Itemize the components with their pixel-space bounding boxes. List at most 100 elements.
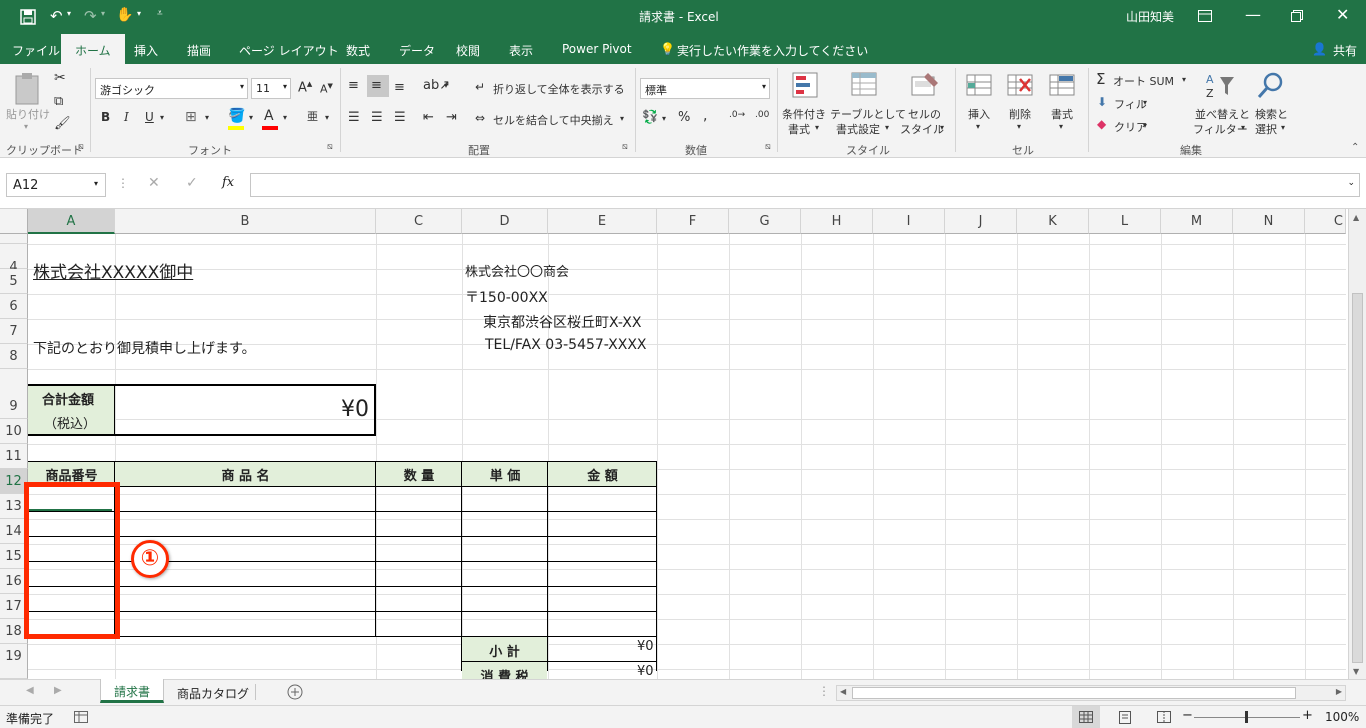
grow-font-icon[interactable]: A▲: [298, 80, 312, 95]
align-middle-icon[interactable]: ≡: [371, 78, 382, 93]
new-sheet-icon[interactable]: [287, 684, 303, 700]
column-header-c[interactable]: C: [376, 209, 462, 234]
paste-button[interactable]: 貼り付け: [6, 106, 50, 122]
user-name[interactable]: 山田知美: [1126, 8, 1174, 25]
name-box[interactable]: A12 ▾: [6, 173, 106, 197]
delete-dropdown-icon[interactable]: ▾: [1017, 122, 1021, 131]
wrap-text-icon[interactable]: ↵: [475, 80, 485, 94]
comma-icon[interactable]: ,: [703, 108, 707, 124]
italic-icon[interactable]: I: [124, 110, 129, 124]
find-dropdown-icon[interactable]: ▾: [1281, 123, 1285, 132]
find-line1[interactable]: 検索と: [1255, 106, 1288, 122]
ribbon-display-icon[interactable]: [1198, 10, 1212, 22]
tab-review[interactable]: 校閲: [456, 42, 480, 59]
tell-me-box[interactable]: 実行したい作業を入力してください: [677, 42, 868, 59]
increase-decimal-icon[interactable]: .0→: [729, 110, 745, 120]
enter-icon[interactable]: ✓: [186, 175, 198, 191]
scroll-right-icon[interactable]: ▶: [1336, 687, 1342, 696]
header-quantity[interactable]: 数 量: [376, 461, 462, 486]
delete-cells-icon[interactable]: [1006, 71, 1036, 101]
column-header-m[interactable]: M: [1161, 209, 1233, 234]
copy-icon[interactable]: ⧉: [54, 94, 63, 109]
company-cell[interactable]: 株式会社〇〇商会: [465, 261, 569, 280]
column-header-a[interactable]: A: [28, 209, 115, 234]
cond-format-line2[interactable]: 書式: [788, 121, 810, 137]
number-launcher-icon[interactable]: ⧅: [765, 142, 771, 152]
table-format-line2[interactable]: 書式設定: [836, 121, 880, 137]
horizontal-scrollbar[interactable]: ◀ ▶: [836, 685, 1346, 701]
scroll-left-icon[interactable]: ◀: [840, 687, 846, 696]
sort-line1[interactable]: 並べ替えと: [1195, 106, 1250, 122]
eraser-icon[interactable]: ◆: [1097, 117, 1106, 131]
recipient-cell[interactable]: 株式会社XXXXX御中: [33, 258, 193, 283]
fill-color-dropdown-icon[interactable]: ▾: [249, 113, 253, 122]
restore-icon[interactable]: [1291, 10, 1303, 22]
row-header-19[interactable]: 19: [0, 644, 28, 679]
column-header-g[interactable]: G: [729, 209, 801, 234]
phonetic-dropdown-icon[interactable]: ▾: [325, 113, 329, 122]
paste-icon[interactable]: [13, 72, 43, 106]
column-header-d[interactable]: D: [462, 209, 548, 234]
decrease-decimal-icon[interactable]: .00: [755, 110, 769, 120]
undo-icon[interactable]: ↶: [50, 7, 63, 25]
insert-cells-icon[interactable]: [965, 71, 995, 101]
find-line2[interactable]: 選択: [1255, 121, 1277, 137]
cut-icon[interactable]: ✂: [54, 70, 66, 86]
clipboard-launcher-icon[interactable]: ⧅: [78, 142, 84, 152]
undo-dropdown-icon[interactable]: ▾: [67, 9, 71, 18]
address-cell[interactable]: 東京都渋谷区桜丘町X-XX: [483, 312, 641, 332]
row-header-11[interactable]: 11: [0, 444, 28, 469]
row-header-6[interactable]: 6: [0, 294, 28, 319]
column-header-h[interactable]: H: [801, 209, 873, 234]
tab-power-pivot[interactable]: Power Pivot: [562, 42, 632, 56]
macro-record-icon[interactable]: [74, 711, 88, 723]
alignment-launcher-icon[interactable]: ⧅: [622, 142, 628, 152]
expand-formula-icon[interactable]: ⌄: [1347, 178, 1355, 188]
subtotal-label[interactable]: 小 計: [462, 637, 547, 661]
row-header-8[interactable]: 8: [0, 344, 28, 369]
conditional-format-icon[interactable]: [791, 71, 821, 101]
formula-input[interactable]: ⌄: [250, 173, 1360, 197]
zoom-level[interactable]: 100%: [1325, 710, 1359, 724]
redo-dropdown-icon[interactable]: ▾: [101, 9, 105, 18]
insert-dropdown-icon[interactable]: ▾: [976, 122, 980, 131]
tab-insert[interactable]: 挿入: [134, 42, 158, 59]
row-header-7[interactable]: 7: [0, 319, 28, 344]
delete-button[interactable]: 削除: [1009, 106, 1031, 122]
bold-icon[interactable]: B: [101, 110, 110, 124]
close-icon[interactable]: ✕: [1336, 5, 1349, 24]
scroll-down-icon[interactable]: ▼: [1353, 667, 1359, 676]
merge-center-icon[interactable]: ⇔: [475, 111, 485, 125]
sort-line2[interactable]: フィルター: [1193, 121, 1248, 137]
zoom-out-icon[interactable]: −: [1182, 708, 1193, 723]
postal-cell[interactable]: 〒150-00XX: [465, 287, 548, 307]
sheet-tab-invoice[interactable]: 請求書: [100, 679, 164, 703]
save-icon[interactable]: [20, 9, 36, 25]
search-icon[interactable]: [1256, 71, 1286, 101]
row-header-9[interactable]: 9: [0, 369, 28, 419]
tel-cell[interactable]: TEL/FAX 03-5457-XXXX: [485, 337, 647, 353]
table-format-line1[interactable]: テーブルとして: [830, 106, 906, 122]
accounting-dropdown-icon[interactable]: ▾: [662, 114, 666, 123]
tax-value[interactable]: ¥0: [637, 664, 654, 679]
format-as-table-icon[interactable]: [850, 71, 880, 101]
vertical-scroll-thumb[interactable]: [1352, 293, 1363, 663]
row-header-5[interactable]: 5: [0, 269, 28, 294]
fill-color-icon[interactable]: 🪣: [228, 108, 245, 124]
fill-dropdown-icon[interactable]: ▾: [1143, 98, 1147, 107]
select-all-corner[interactable]: [0, 209, 28, 234]
format-button[interactable]: 書式: [1051, 106, 1073, 122]
borders-dropdown-icon[interactable]: ▾: [205, 113, 209, 122]
horizontal-scroll-thumb[interactable]: [852, 687, 1296, 699]
header-unit-price[interactable]: 単 価: [462, 461, 548, 486]
zoom-slider-thumb[interactable]: [1245, 711, 1248, 723]
cell-style-line1[interactable]: セルの: [908, 106, 941, 122]
worksheet-grid[interactable]: A B C D E F G H I J K L M N C 4 5 6 7 8 …: [0, 209, 1366, 679]
align-center-icon[interactable]: ☰: [371, 110, 383, 125]
page-layout-view-icon[interactable]: [1119, 711, 1131, 724]
fill-icon[interactable]: ⬇: [1097, 95, 1107, 109]
tab-view[interactable]: 表示: [509, 42, 533, 59]
tab-file[interactable]: ファイル: [12, 42, 60, 59]
message-cell[interactable]: 下記のとおり御見積申し上げます。: [33, 338, 256, 358]
shrink-font-icon[interactable]: A▼: [320, 82, 333, 96]
